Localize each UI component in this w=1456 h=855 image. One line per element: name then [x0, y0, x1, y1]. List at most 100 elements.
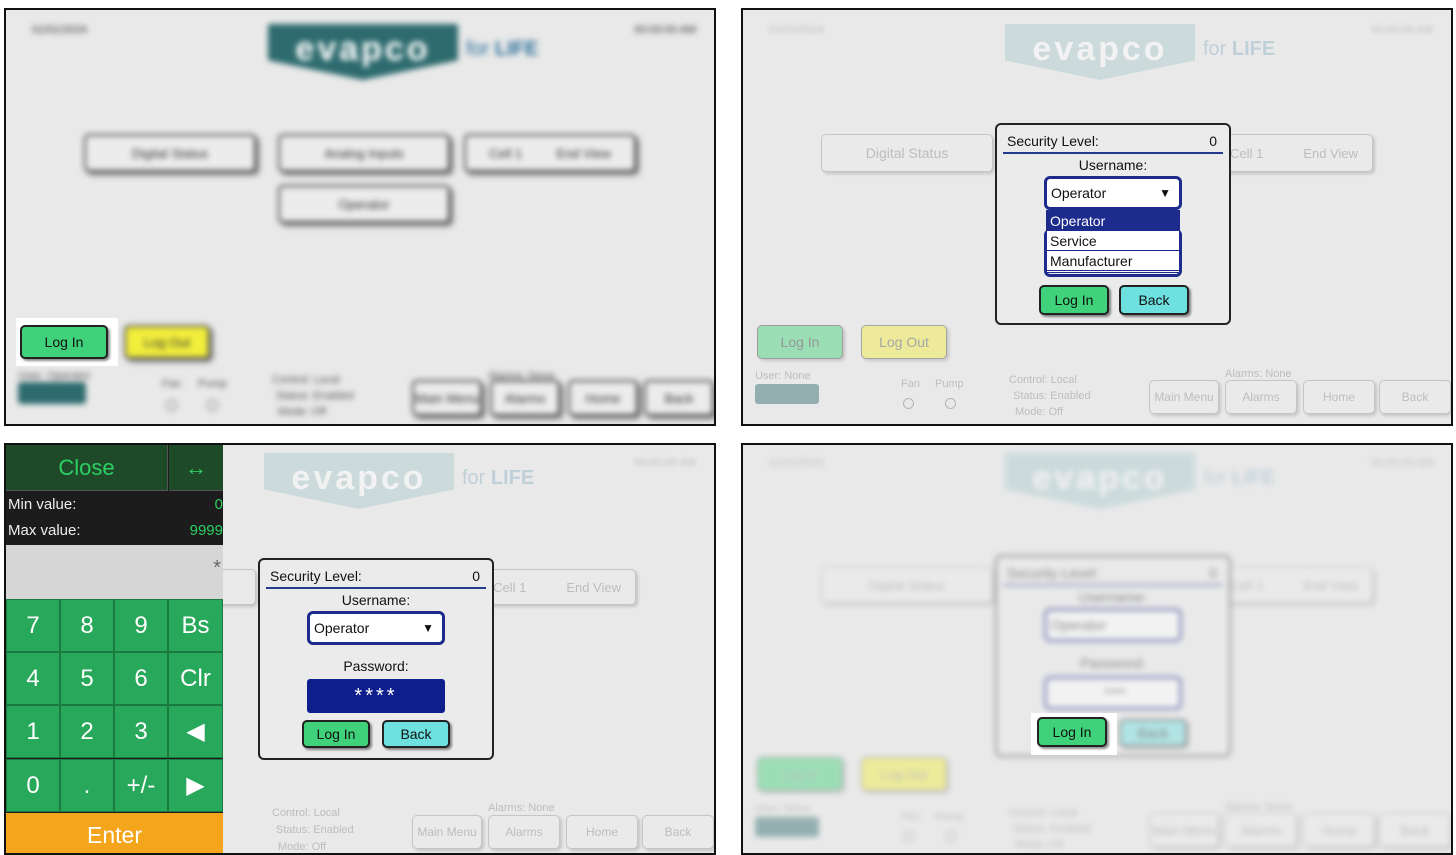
log-out-button[interactable]: Log Out: [861, 325, 947, 359]
security-level-value: 0: [1209, 565, 1217, 581]
dialog-log-in-button[interactable]: Log In: [1039, 285, 1109, 315]
dialog-back-button[interactable]: Back: [1119, 285, 1189, 315]
main-menu-button[interactable]: Main Menu: [1149, 380, 1219, 414]
key-plus-minus[interactable]: +/-: [114, 759, 168, 812]
chevron-down-icon: ▼: [422, 621, 434, 635]
password-field[interactable]: ****: [307, 679, 445, 713]
username-select[interactable]: Operator ▼: [1044, 176, 1182, 210]
key-backspace[interactable]: Bs: [168, 599, 223, 652]
dialog-back-button[interactable]: Back: [1119, 719, 1187, 747]
back-button[interactable]: Back: [642, 815, 714, 849]
digital-status-button[interactable]: Digital Status: [84, 134, 256, 172]
move-arrows-icon[interactable]: ↔: [169, 445, 223, 491]
key-decimal[interactable]: .: [60, 759, 114, 812]
log-in-button[interactable]: Log In: [757, 757, 843, 791]
status-text: Status: Enabled: [1013, 390, 1091, 402]
key-8[interactable]: 8: [60, 599, 114, 652]
home-button[interactable]: Home: [568, 380, 638, 416]
control-text: Control: Local: [272, 374, 340, 386]
log-out-button[interactable]: Log Out: [861, 757, 947, 791]
log-in-button[interactable]: Log In: [757, 325, 843, 359]
security-level-value: 0: [472, 568, 480, 584]
username-dropdown-list: Operator Service Manufacturer: [1046, 210, 1180, 273]
alarms-button[interactable]: Alarms: [1225, 813, 1297, 847]
key-0[interactable]: 0: [6, 759, 60, 812]
fan-indicator: [903, 831, 914, 842]
key-7[interactable]: 7: [6, 599, 60, 652]
alarms-button[interactable]: Alarms: [488, 815, 560, 849]
security-level-label: Security Level:: [1007, 133, 1099, 149]
alarms-text: Alarms: None: [488, 802, 555, 814]
fan-label: Fan: [901, 378, 920, 390]
alarms-button[interactable]: Alarms: [1225, 380, 1297, 414]
home-button[interactable]: Home: [566, 815, 638, 849]
evapco-logo: evapco for LIFE: [264, 453, 534, 509]
security-level-label: Security Level:: [270, 568, 362, 584]
fan-label: Fan: [162, 378, 181, 390]
key-6[interactable]: 6: [114, 652, 168, 705]
pump-indicator: [945, 831, 956, 842]
alarms-button[interactable]: Alarms: [490, 380, 560, 416]
cell-1-button[interactable]: Cell 1 End View: [464, 134, 636, 172]
date-text: 01/01/2024: [769, 24, 825, 36]
username-select[interactable]: Operator ▼: [307, 611, 445, 645]
alarms-text: Alarms: None: [1225, 801, 1292, 813]
main-menu-button[interactable]: Main Menu: [412, 380, 482, 416]
option-operator[interactable]: Operator: [1047, 211, 1179, 231]
left-arrow-icon[interactable]: ◀: [168, 705, 223, 758]
key-5[interactable]: 5: [60, 652, 114, 705]
control-text: Control: Local: [1009, 374, 1077, 386]
dialog-log-in-button[interactable]: Log In: [1037, 717, 1107, 747]
small-logo: [18, 382, 86, 404]
key-4[interactable]: 4: [6, 652, 60, 705]
key-1[interactable]: 1: [6, 705, 60, 758]
control-text: Control: Local: [272, 807, 340, 819]
evapco-logo: evapco for LIFE: [1005, 24, 1275, 80]
date-text: 01/01/2024: [769, 457, 825, 469]
log-out-button[interactable]: Log Out: [124, 325, 210, 359]
password-field[interactable]: ****: [1044, 676, 1182, 710]
fan-indicator: [166, 400, 177, 411]
digital-status-button[interactable]: Digital Status: [821, 134, 993, 172]
right-arrow-icon[interactable]: ▶: [168, 759, 223, 812]
back-button[interactable]: Back: [1379, 813, 1451, 847]
key-3[interactable]: 3: [114, 705, 168, 758]
mode-text: Mode: Off: [278, 406, 327, 418]
pump-indicator: [207, 400, 218, 411]
mode-text: Mode: Off: [1015, 839, 1064, 851]
back-button[interactable]: Back: [644, 380, 714, 416]
main-menu-button[interactable]: Main Menu: [412, 815, 482, 849]
home-button[interactable]: Home: [1303, 380, 1375, 414]
key-clear[interactable]: Clr: [168, 652, 223, 705]
option-service[interactable]: Service: [1047, 231, 1179, 251]
operator-button[interactable]: Operator: [278, 185, 450, 223]
login-dialog: Security Level: 0 Username: Operator ▼ O…: [995, 123, 1231, 325]
min-value-row: Min value: 0: [8, 496, 223, 513]
dialog-back-button[interactable]: Back: [382, 720, 450, 748]
mode-text: Mode: Off: [1015, 406, 1064, 418]
key-9[interactable]: 9: [114, 599, 168, 652]
pump-label: Pump: [198, 378, 227, 390]
max-value-row: Max value: 9999: [8, 522, 223, 539]
fan-indicator: [903, 398, 914, 409]
analog-inputs-button[interactable]: Analog Inputs: [278, 134, 450, 172]
enter-button[interactable]: Enter: [6, 813, 223, 853]
status-text: Status: Enabled: [1013, 823, 1091, 835]
log-in-button[interactable]: Log In: [20, 325, 108, 359]
dialog-log-in-button[interactable]: Log In: [302, 720, 370, 748]
control-text: Control: Local: [1009, 807, 1077, 819]
option-manufacturer[interactable]: Manufacturer: [1047, 251, 1179, 271]
keypad-close-button[interactable]: Close: [6, 445, 168, 491]
status-text: Status: Enabled: [276, 390, 354, 402]
key-2[interactable]: 2: [60, 705, 114, 758]
user-text: User: Operator: [18, 370, 91, 382]
username-select[interactable]: Operator: [1044, 608, 1182, 642]
main-menu-button[interactable]: Main Menu: [1149, 813, 1219, 847]
user-text: User: None: [755, 803, 811, 815]
back-button[interactable]: Back: [1379, 380, 1451, 414]
home-button[interactable]: Home: [1303, 813, 1375, 847]
time-text: 00:00:00 AM: [634, 457, 696, 469]
digital-status-button[interactable]: Digital Status: [821, 567, 993, 603]
time-text: 00:00:00 AM: [1371, 24, 1433, 36]
panel-login-confirm: 01/01/2024 00:00:00 AM evapco for LIFE D…: [741, 443, 1453, 855]
